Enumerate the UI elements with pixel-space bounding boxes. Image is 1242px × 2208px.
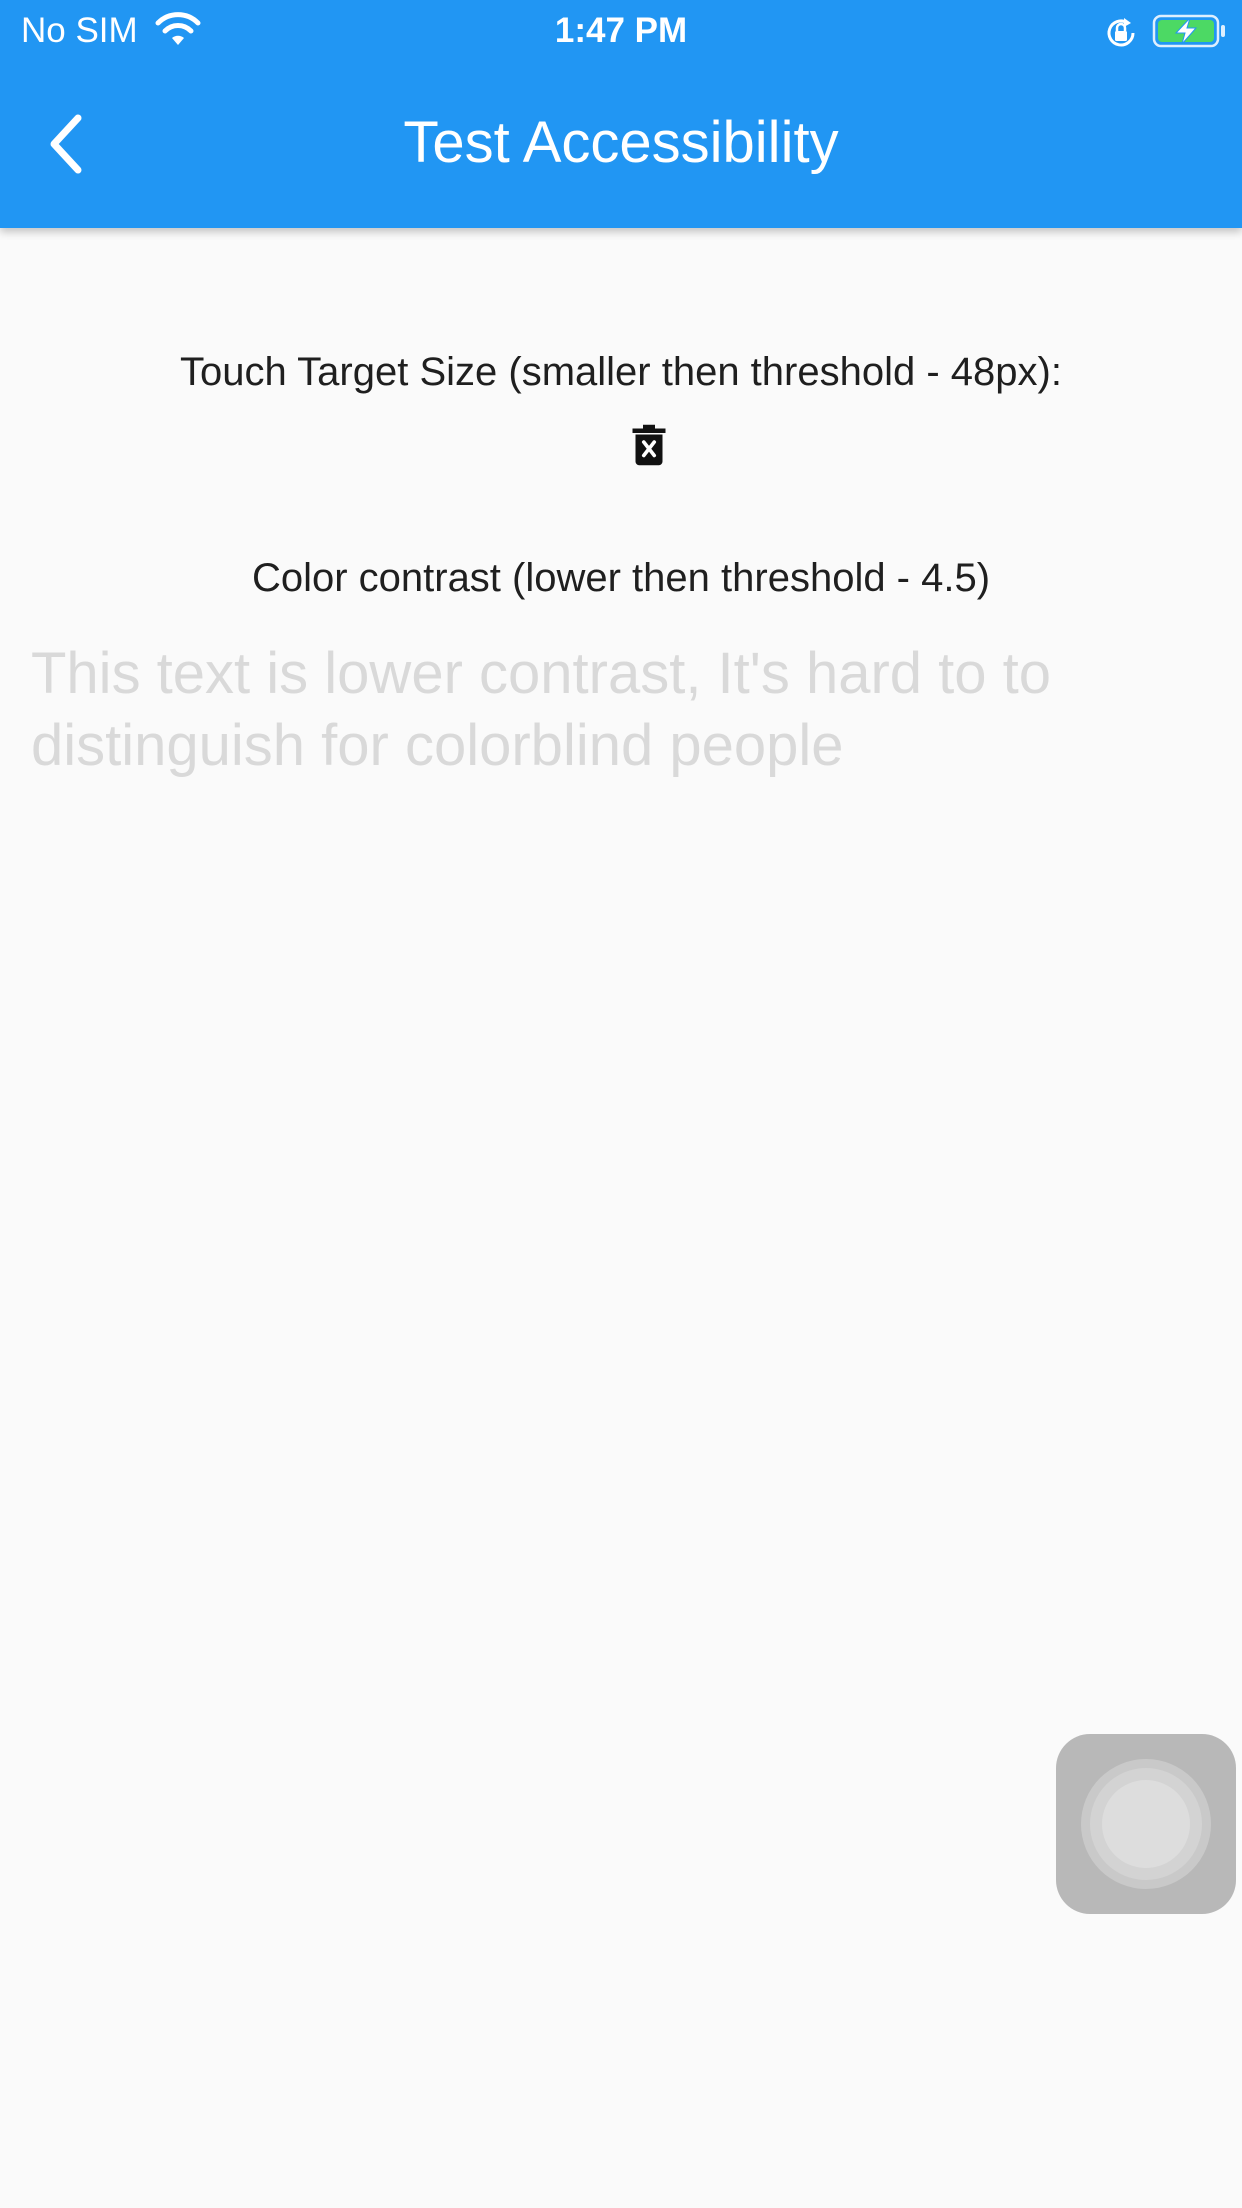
low-contrast-text: This text is lower contrast, It's hard t…: [31, 641, 1052, 778]
status-time: 1:47 PM: [554, 11, 688, 50]
delete-button[interactable]: [631, 424, 667, 466]
touch-target-label: Touch Target Size (smaller then threshol…: [180, 350, 1062, 394]
assistive-touch-button[interactable]: [1056, 1734, 1236, 1914]
delete-forever-icon: [632, 424, 666, 466]
assistive-touch-inner-ring: [1090, 1768, 1202, 1880]
status-bar: No SIM 1:47 PM: [0, 0, 1242, 62]
assistive-touch-core: [1102, 1780, 1190, 1868]
assistive-touch-icon: [1081, 1759, 1211, 1889]
app-bar: No SIM 1:47 PM Test Accessibility: [0, 0, 1242, 228]
rotation-lock-icon: [1107, 18, 1135, 47]
page-title: Test Accessibility: [403, 110, 839, 175]
color-contrast-label: Color contrast (lower then threshold - 4…: [251, 556, 991, 600]
battery-charging-icon: [1152, 14, 1225, 48]
